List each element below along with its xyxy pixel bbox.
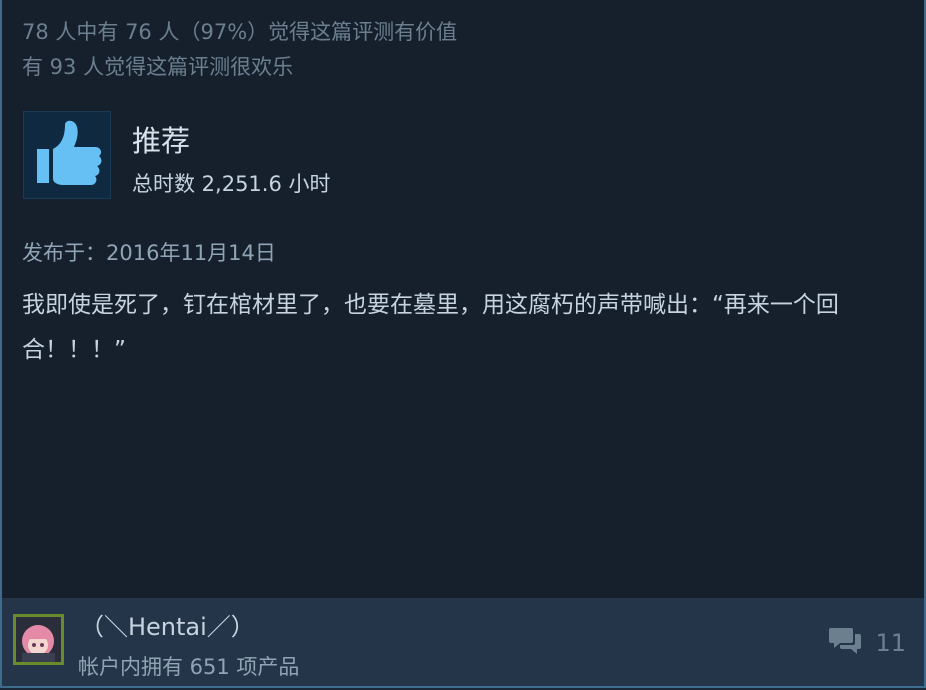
helpful-count-text: 78 人中有 76 人（97%）觉得这篇评测有价值 xyxy=(22,20,458,44)
products-owned: 帐户内拥有 651 项产品 xyxy=(78,655,300,679)
author-footer: （＼Hentai／） 帐户内拥有 651 项产品 11 xyxy=(2,598,924,686)
review-card: 78 人中有 76 人（97%）觉得这篇评测有价值 有 93 人觉得这篇评测很欢… xyxy=(0,0,926,688)
author-name[interactable]: （＼Hentai／） xyxy=(80,612,255,642)
review-text: 我即使是死了，钉在棺材里了，也要在墓里，用这腐朽的声带喊出：“再来一个回合！！！… xyxy=(22,292,839,363)
comments-button[interactable]: 11 xyxy=(829,626,906,660)
thumbs-up-icon xyxy=(23,111,111,199)
avatar[interactable] xyxy=(13,614,64,665)
comment-count: 11 xyxy=(875,629,906,657)
playtime-hours: 总时数 2,251.6 小时 xyxy=(132,172,331,196)
funny-count-text: 有 93 人觉得这篇评测很欢乐 xyxy=(22,55,294,79)
comment-bubbles-icon xyxy=(829,626,863,660)
posted-date: 发布于：2016年11月14日 xyxy=(22,241,276,265)
review-verdict: 推荐 xyxy=(132,124,191,158)
